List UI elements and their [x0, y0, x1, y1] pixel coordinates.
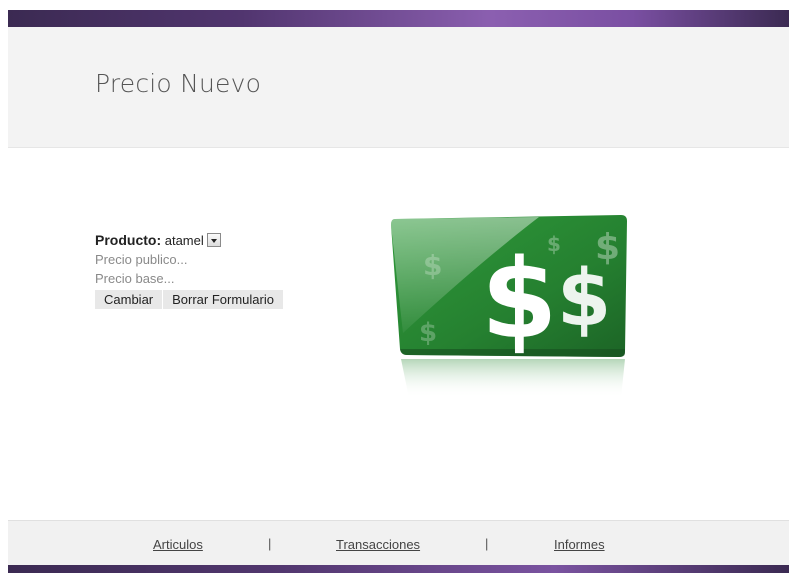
- bottom-accent-bar: [8, 565, 789, 573]
- nav-separator: |: [268, 536, 272, 551]
- page-title: Precio Nuevo: [95, 69, 262, 98]
- header: Precio Nuevo: [8, 27, 789, 148]
- form-buttons: Cambiar Borrar Formulario: [95, 290, 284, 309]
- borrar-formulario-button[interactable]: Borrar Formulario: [163, 290, 283, 309]
- chevron-down-icon[interactable]: [206, 233, 221, 247]
- svg-text:$: $: [557, 254, 611, 344]
- cambiar-button[interactable]: Cambiar: [95, 290, 163, 309]
- producto-label: Producto:: [95, 232, 162, 248]
- precio-base-placeholder: Precio base...: [95, 271, 175, 286]
- precio-base-field[interactable]: Precio base...: [95, 269, 284, 288]
- svg-text:$: $: [481, 235, 558, 363]
- precio-publico-field[interactable]: Precio publico...: [95, 250, 284, 269]
- price-form: Producto: atamel Precio publico... Preci…: [95, 231, 284, 309]
- nav-link-informes[interactable]: Informes: [554, 537, 605, 552]
- svg-text:$: $: [423, 249, 442, 282]
- producto-select[interactable]: atamel: [165, 233, 204, 248]
- producto-row: Producto: atamel: [95, 231, 284, 250]
- nav-link-transacciones[interactable]: Transacciones: [336, 537, 420, 552]
- nav-link-articulos[interactable]: Articulos: [153, 537, 203, 552]
- footer-nav: Articulos | Transacciones | Informes: [8, 520, 789, 566]
- precio-publico-placeholder: Precio publico...: [95, 252, 188, 267]
- dollar-card-graphic: $ $ $ $ $ $: [391, 215, 627, 398]
- dollar-card-icon: $ $ $ $ $ $: [389, 213, 651, 403]
- nav-separator: |: [485, 536, 489, 551]
- top-accent-bar: [8, 10, 789, 27]
- svg-text:$: $: [419, 318, 437, 348]
- page-frame: Precio Nuevo Producto: atamel Precio pub…: [8, 0, 789, 573]
